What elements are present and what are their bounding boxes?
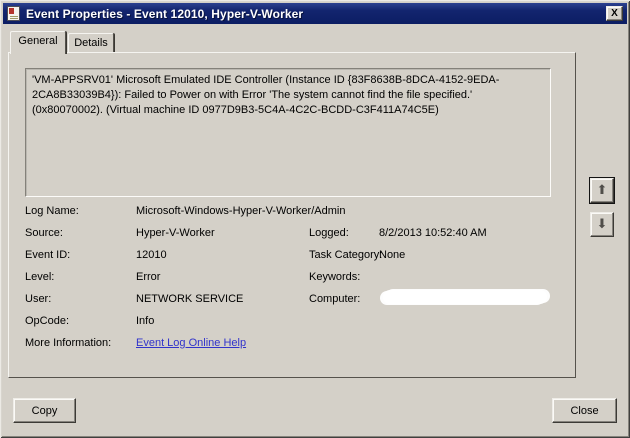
title-bar[interactable]: Event Properties - Event 12010, Hyper-V-… xyxy=(3,3,627,24)
field-value-task-category: None xyxy=(379,249,406,261)
field-label-logged: Logged: xyxy=(309,227,349,239)
event-description-box[interactable]: 'VM-APPSRV01' Microsoft Emulated IDE Con… xyxy=(25,68,551,197)
close-button[interactable]: Close xyxy=(552,398,617,423)
field-value-opcode: Info xyxy=(136,315,155,327)
field-value-level: Error xyxy=(136,271,161,283)
tab-details[interactable]: Details xyxy=(68,33,114,52)
field-label-keywords: Keywords: xyxy=(309,271,361,283)
general-tab-panel: 'VM-APPSRV01' Microsoft Emulated IDE Con… xyxy=(8,52,576,378)
field-label-computer: Computer: xyxy=(309,293,361,305)
field-value-source: Hyper-V-Worker xyxy=(136,227,215,239)
window-title: Event Properties - Event 12010, Hyper-V-… xyxy=(26,6,304,21)
up-arrow-icon: ⬆ xyxy=(596,183,608,198)
field-label-task-category: Task Category: xyxy=(309,249,383,261)
tab-general[interactable]: General xyxy=(10,31,66,54)
field-value-logged: 8/2/2013 10:52:40 AM xyxy=(379,227,487,239)
field-label-event-id: Event ID: xyxy=(25,249,71,261)
field-label-log-name: Log Name: xyxy=(25,205,79,217)
close-window-button[interactable]: X xyxy=(606,6,623,21)
copy-button[interactable]: Copy xyxy=(13,398,76,423)
down-arrow-icon: ⬇ xyxy=(596,217,608,232)
next-event-button[interactable]: ⬇ xyxy=(590,212,614,237)
field-value-event-id: 12010 xyxy=(136,249,167,261)
field-value-user: NETWORK SERVICE xyxy=(136,293,244,305)
event-properties-dialog: Event Properties - Event 12010, Hyper-V-… xyxy=(0,0,630,438)
event-log-online-help-link[interactable]: Event Log Online Help xyxy=(136,336,246,350)
field-value-log-name: Microsoft-Windows-Hyper-V-Worker/Admin xyxy=(136,205,346,217)
field-label-level: Level: xyxy=(25,271,55,283)
field-label-opcode: OpCode: xyxy=(25,315,70,327)
field-label-more-information: More Information: xyxy=(25,337,112,349)
previous-event-button[interactable]: ⬆ xyxy=(590,178,614,203)
event-properties-icon xyxy=(7,6,20,21)
field-label-user: User: xyxy=(25,293,52,305)
field-label-source: Source: xyxy=(25,227,63,239)
computer-value-redaction xyxy=(383,290,547,304)
